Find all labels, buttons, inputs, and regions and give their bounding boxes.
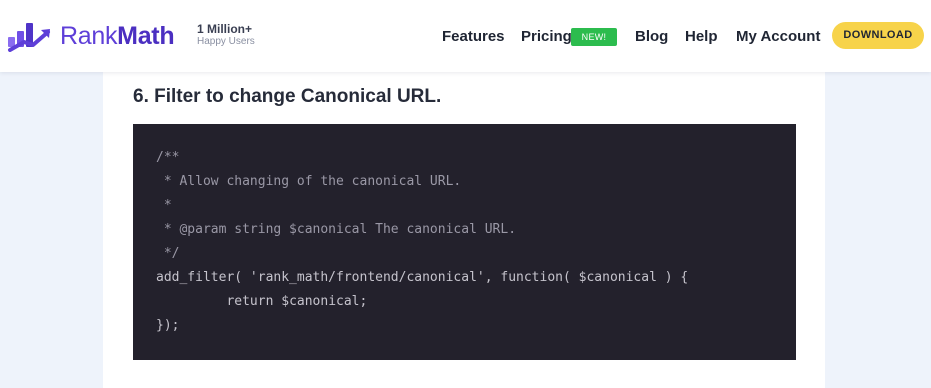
code-line: * @param string $canonical The canonical… [156, 222, 517, 237]
nav-blog[interactable]: Blog [635, 28, 668, 45]
nav-pricing[interactable]: Pricing [521, 28, 572, 45]
site-header: RankMath 1 Million+ Happy Users Features… [0, 0, 931, 72]
code-line: */ [156, 246, 180, 261]
nav-my-account[interactable]: My Account [736, 28, 820, 45]
download-button[interactable]: DOWNLOAD [832, 22, 924, 49]
code-line: /** [156, 150, 180, 165]
main-nav: Features Pricing NEW! Blog Help My Accou… [0, 24, 931, 48]
code-line: add_filter( 'rank_math/frontend/canonica… [156, 270, 689, 285]
code-line: * Allow changing of the canonical URL. [156, 174, 462, 189]
code-block: /** * Allow changing of the canonical UR… [133, 124, 796, 360]
code-line: * [156, 198, 172, 213]
code-line: }); [156, 318, 180, 333]
code-line: return $canonical; [156, 294, 368, 309]
nav-features[interactable]: Features [442, 28, 505, 45]
section-heading: 6. Filter to change Canonical URL. [133, 86, 442, 107]
pricing-new-badge: NEW! [571, 28, 617, 46]
nav-help[interactable]: Help [685, 28, 718, 45]
